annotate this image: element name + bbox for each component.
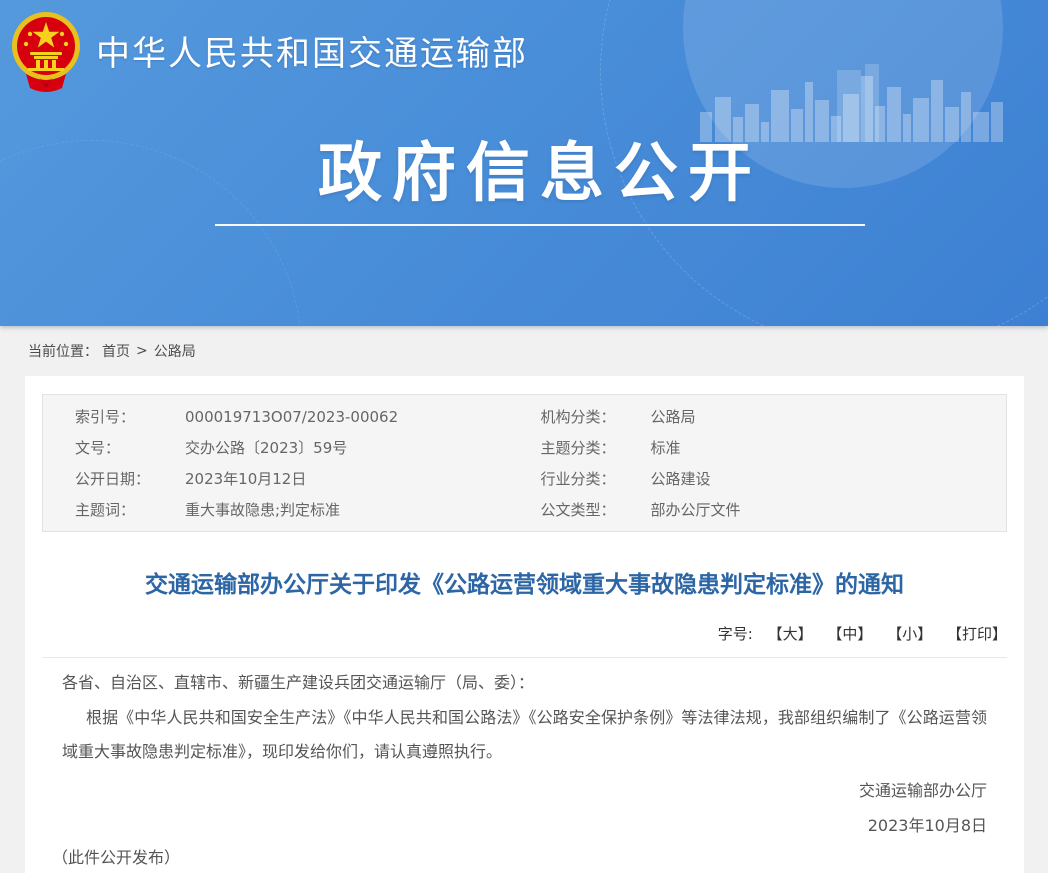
meta-value: 公路建设 — [651, 468, 711, 489]
document-signature: 交通运输部办公厅 — [62, 781, 987, 801]
document-body: 各省、自治区、直辖市、新疆生产建设兵团交通运输厅（局、委）： 根据《中华人民共和… — [42, 673, 1007, 868]
publish-note: （此件公开发布） — [52, 848, 987, 868]
banner: 政府信息公开 — [16, 138, 1048, 226]
meta-label: 行业分类： — [541, 468, 651, 489]
font-size-large-button[interactable]: 【大】 — [768, 625, 813, 643]
meta-value: 部办公厅文件 — [651, 499, 741, 520]
banner-underline — [215, 224, 865, 226]
breadcrumb-section-link[interactable]: 公路局 — [154, 341, 196, 361]
meta-field-index-number: 索引号： 000019713O07/2023-00062 — [43, 401, 525, 432]
meta-label: 主题分类： — [541, 437, 651, 458]
document-paragraph: 根据《中华人民共和国安全生产法》《中华人民共和国公路法》《公路安全保护条例》等法… — [62, 701, 987, 769]
meta-label: 公开日期： — [75, 468, 185, 489]
print-button[interactable]: 【打印】 — [947, 625, 1007, 643]
meta-label: 索引号： — [75, 406, 185, 427]
meta-field-publish-date: 公开日期： 2023年10月12日 — [43, 463, 525, 494]
site-header: 中华人民共和国交通运输部 政府信息公开 — [0, 0, 1048, 326]
meta-label: 公文类型： — [541, 499, 651, 520]
document-greeting: 各省、自治区、直辖市、新疆生产建设兵团交通运输厅（局、委）： — [62, 673, 987, 693]
meta-value: 公路局 — [651, 406, 696, 427]
meta-value: 交办公路〔2023〕59号 — [185, 437, 347, 458]
national-emblem-logo — [10, 8, 82, 92]
meta-field-doc-number: 文号： 交办公路〔2023〕59号 — [43, 432, 525, 463]
meta-label: 文号： — [75, 437, 185, 458]
document-meta-table: 索引号： 000019713O07/2023-00062 机构分类： 公路局 文… — [42, 394, 1007, 532]
meta-value: 2023年10月12日 — [185, 468, 306, 489]
meta-field-org-category: 机构分类： 公路局 — [525, 401, 1007, 432]
breadcrumb-label: 当前位置： — [28, 341, 98, 361]
breadcrumb-separator: > — [136, 343, 148, 359]
city-skyline-illustration — [695, 62, 1015, 142]
meta-field-topic-category: 主题分类： 标准 — [525, 432, 1007, 463]
meta-field-industry-category: 行业分类： 公路建设 — [525, 463, 1007, 494]
font-size-small-button[interactable]: 【小】 — [887, 625, 932, 643]
meta-label: 主题词： — [75, 499, 185, 520]
breadcrumb: 当前位置： 首页 > 公路局 — [0, 326, 1048, 376]
meta-field-keywords: 主题词： 重大事故隐患;判定标准 — [43, 494, 525, 525]
meta-value: 000019713O07/2023-00062 — [185, 408, 398, 426]
font-size-label: 字号: — [718, 625, 753, 643]
breadcrumb-home-link[interactable]: 首页 — [102, 341, 130, 361]
meta-label: 机构分类： — [541, 406, 651, 427]
meta-field-doc-type: 公文类型： 部办公厅文件 — [525, 494, 1007, 525]
page-title: 政府信息公开 — [16, 138, 1048, 210]
site-name: 中华人民共和国交通运输部 — [96, 26, 528, 75]
document-date: 2023年10月8日 — [62, 816, 987, 836]
meta-value: 标准 — [651, 437, 681, 458]
content-card: 索引号： 000019713O07/2023-00062 机构分类： 公路局 文… — [25, 376, 1024, 873]
meta-value: 重大事故隐患;判定标准 — [185, 499, 340, 520]
document-title: 交通运输部办公厅关于印发《公路运营领域重大事故隐患判定标准》的通知 — [42, 570, 1007, 600]
header-topbar: 中华人民共和国交通运输部 — [10, 8, 528, 92]
font-size-medium-button[interactable]: 【中】 — [827, 625, 872, 643]
font-size-toolbar: 字号: 【大】 【中】 【小】 【打印】 — [42, 624, 1007, 658]
